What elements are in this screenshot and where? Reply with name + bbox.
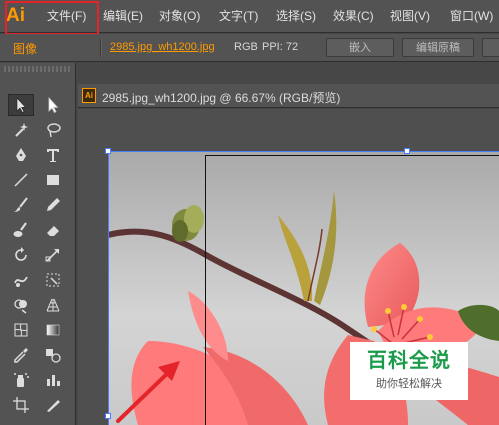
panel-grip[interactable] <box>4 66 70 72</box>
blend-icon[interactable] <box>40 344 66 366</box>
embed-button[interactable]: 嵌入 <box>326 38 394 57</box>
gradient-icon[interactable] <box>40 319 66 341</box>
perspective-grid-icon[interactable] <box>40 294 66 316</box>
pen-icon[interactable] <box>8 144 34 166</box>
edit-original-button[interactable]: 编辑原稿 <box>402 38 474 57</box>
selection-icon[interactable] <box>8 94 34 116</box>
annotation-arrow <box>116 361 180 423</box>
selection-type-label: 图像 <box>13 42 38 56</box>
selection-handle[interactable] <box>404 148 410 154</box>
shape-builder-icon[interactable] <box>8 294 34 316</box>
menu-select[interactable]: 选择(S) <box>276 0 316 33</box>
column-graph-icon[interactable] <box>40 369 66 391</box>
menu-window[interactable]: 窗口(W) <box>450 0 493 33</box>
document-title[interactable]: 2985.jpg_wh1200.jpg @ 66.67% (RGB/预览) <box>102 89 340 106</box>
blob-brush-icon[interactable] <box>8 219 34 241</box>
pencil-icon[interactable] <box>40 194 66 216</box>
document-ai-icon: Ai <box>82 88 96 103</box>
lasso-icon[interactable] <box>40 119 66 141</box>
color-mode-label: RGB <box>234 41 258 53</box>
paintbrush-icon[interactable] <box>8 194 34 216</box>
artboard-icon[interactable] <box>8 394 34 416</box>
free-transform-icon[interactable] <box>40 269 66 291</box>
more-button[interactable] <box>482 38 499 57</box>
ppi-label: PPI: 72 <box>262 41 299 53</box>
divider <box>100 39 102 57</box>
menu-effect[interactable]: 效果(C) <box>333 0 374 33</box>
document-tab[interactable]: Ai 2985.jpg_wh1200.jpg @ 66.67% (RGB/预览) <box>78 84 499 108</box>
menu-object[interactable]: 对象(O) <box>159 0 200 33</box>
scale-icon[interactable] <box>40 244 66 266</box>
selection-handle[interactable] <box>105 148 111 154</box>
menu-type[interactable]: 文字(T) <box>219 0 258 33</box>
eraser-icon[interactable] <box>40 219 66 241</box>
eyedropper-icon[interactable] <box>8 344 34 366</box>
watermark-badge: 百科全说 助你轻松解决 <box>350 342 468 400</box>
control-bar: 图像 2985.jpg_wh1200.jpg RGB PPI: 72 嵌入 编辑… <box>0 34 499 62</box>
menu-edit[interactable]: 编辑(E) <box>103 0 143 33</box>
slice-icon[interactable] <box>40 394 66 416</box>
warp-icon[interactable] <box>8 269 34 291</box>
linked-file-link[interactable]: 2985.jpg_wh1200.jpg <box>110 41 215 53</box>
tools-panel <box>0 63 76 425</box>
watermark-title: 百科全说 <box>367 350 451 372</box>
rectangle-icon[interactable] <box>40 169 66 191</box>
line-segment-icon[interactable] <box>8 169 34 191</box>
rotate-icon[interactable] <box>8 244 34 266</box>
menu-bar: Ai 文件(F) 编辑(E) 对象(O) 文字(T) 选择(S) 效果(C) 视… <box>0 0 499 35</box>
magic-wand-icon[interactable] <box>8 119 34 141</box>
menu-view[interactable]: 视图(V) <box>390 0 430 33</box>
annotation-highlight-box <box>5 1 99 35</box>
watermark-subtitle: 助你轻松解决 <box>376 378 442 390</box>
mesh-icon[interactable] <box>8 319 34 341</box>
direct-selection-icon[interactable] <box>40 94 66 116</box>
symbol-sprayer-icon[interactable] <box>8 369 34 391</box>
type-icon[interactable] <box>40 144 66 166</box>
